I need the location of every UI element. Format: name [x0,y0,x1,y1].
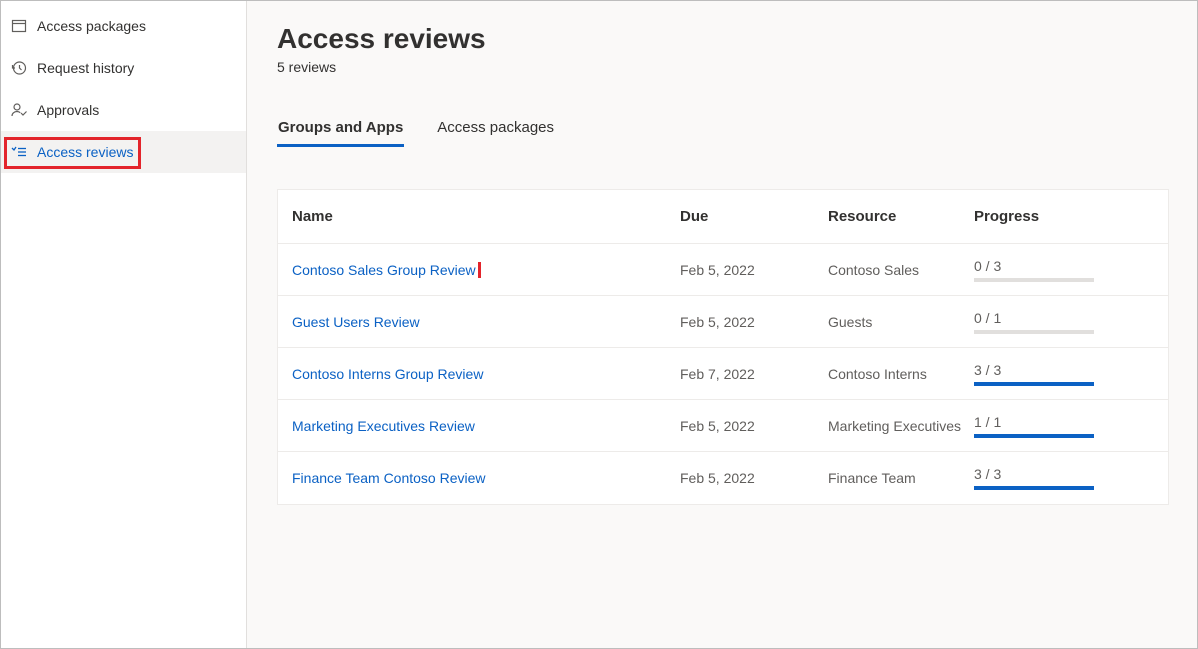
cell-due: Feb 5, 2022 [680,314,828,330]
sidebar-item-label: Access reviews [37,144,133,160]
sidebar-item-label: Access packages [37,18,146,34]
sidebar-item-approvals[interactable]: Approvals [1,89,246,131]
review-link[interactable]: Contoso Interns Group Review [292,366,483,382]
cell-due: Feb 5, 2022 [680,470,828,486]
review-link[interactable]: Finance Team Contoso Review [292,470,486,486]
table-body: Contoso Sales Group ReviewFeb 5, 2022Con… [278,244,1168,504]
cell-progress: 1 / 1 [974,414,1094,438]
cell-resource: Finance Team [828,470,974,486]
table-row[interactable]: Finance Team Contoso Review Feb 5, 2022Fi… [278,452,1168,504]
progress-label: 1 / 1 [974,414,1094,430]
sidebar: Access packages Request history Appr [1,1,247,648]
approval-icon [11,102,27,118]
cell-name: Finance Team Contoso Review [292,470,680,486]
progress-fill [974,382,1094,386]
cell-resource: Contoso Interns [828,366,974,382]
cell-progress: 0 / 1 [974,310,1094,334]
cell-due: Feb 5, 2022 [680,262,828,278]
review-link[interactable]: Marketing Executives Review [292,418,475,434]
progress-label: 0 / 1 [974,310,1094,326]
progress-bar [974,330,1094,334]
table-row[interactable]: Marketing Executives Review Feb 5, 2022Ma… [278,400,1168,452]
cell-progress: 0 / 3 [974,258,1094,282]
table-row[interactable]: Contoso Sales Group Review Feb 5, 2022Con… [278,244,1168,296]
highlight-box-icon [292,262,481,278]
sidebar-item-label: Request history [37,60,134,76]
cell-due: Feb 5, 2022 [680,418,828,434]
reviews-table: Name Due Resource Progress Contoso Sales… [277,189,1169,505]
review-link[interactable]: Contoso Sales Group Review [292,262,476,278]
main-content: Access reviews 5 reviews Groups and Apps… [247,1,1197,648]
sidebar-item-request-history[interactable]: Request history [1,47,246,89]
progress-fill [974,486,1094,490]
review-count: 5 reviews [277,59,1169,75]
tab-groups-and-apps[interactable]: Groups and Apps [277,119,404,147]
col-resource[interactable]: Resource [828,208,974,225]
cell-resource: Marketing Executives [828,418,974,434]
progress-bar [974,434,1094,438]
tabs: Groups and Apps Access packages [277,119,1169,147]
cell-name: Marketing Executives Review [292,418,680,434]
cell-resource: Guests [828,314,974,330]
page-title: Access reviews [277,23,1169,55]
cell-name: Guest Users Review [292,314,680,330]
col-progress[interactable]: Progress [974,208,1094,225]
progress-label: 3 / 3 [974,466,1094,482]
cell-name: Contoso Interns Group Review [292,366,680,382]
cell-resource: Contoso Sales [828,262,974,278]
progress-bar [974,382,1094,386]
progress-label: 3 / 3 [974,362,1094,378]
table-header: Name Due Resource Progress [278,190,1168,244]
progress-bar [974,486,1094,490]
review-link[interactable]: Guest Users Review [292,314,420,330]
progress-fill [974,434,1094,438]
table-row[interactable]: Contoso Interns Group Review Feb 7, 2022C… [278,348,1168,400]
sidebar-item-access-reviews[interactable]: Access reviews [1,131,246,173]
cell-progress: 3 / 3 [974,362,1094,386]
progress-label: 0 / 3 [974,258,1094,274]
col-name[interactable]: Name [292,208,680,225]
app-shell: Access packages Request history Appr [1,1,1197,648]
cell-name: Contoso Sales Group Review [292,262,680,278]
package-icon [11,18,27,34]
sidebar-item-access-packages[interactable]: Access packages [1,5,246,47]
tab-access-packages[interactable]: Access packages [436,119,555,147]
cell-due: Feb 7, 2022 [680,366,828,382]
history-icon [11,60,27,76]
sidebar-item-label: Approvals [37,102,99,118]
progress-bar [974,278,1094,282]
col-due[interactable]: Due [680,208,828,225]
cell-progress: 3 / 3 [974,466,1094,490]
table-row[interactable]: Guest Users Review Feb 5, 2022Guests0 / 1 [278,296,1168,348]
review-icon [11,144,27,160]
